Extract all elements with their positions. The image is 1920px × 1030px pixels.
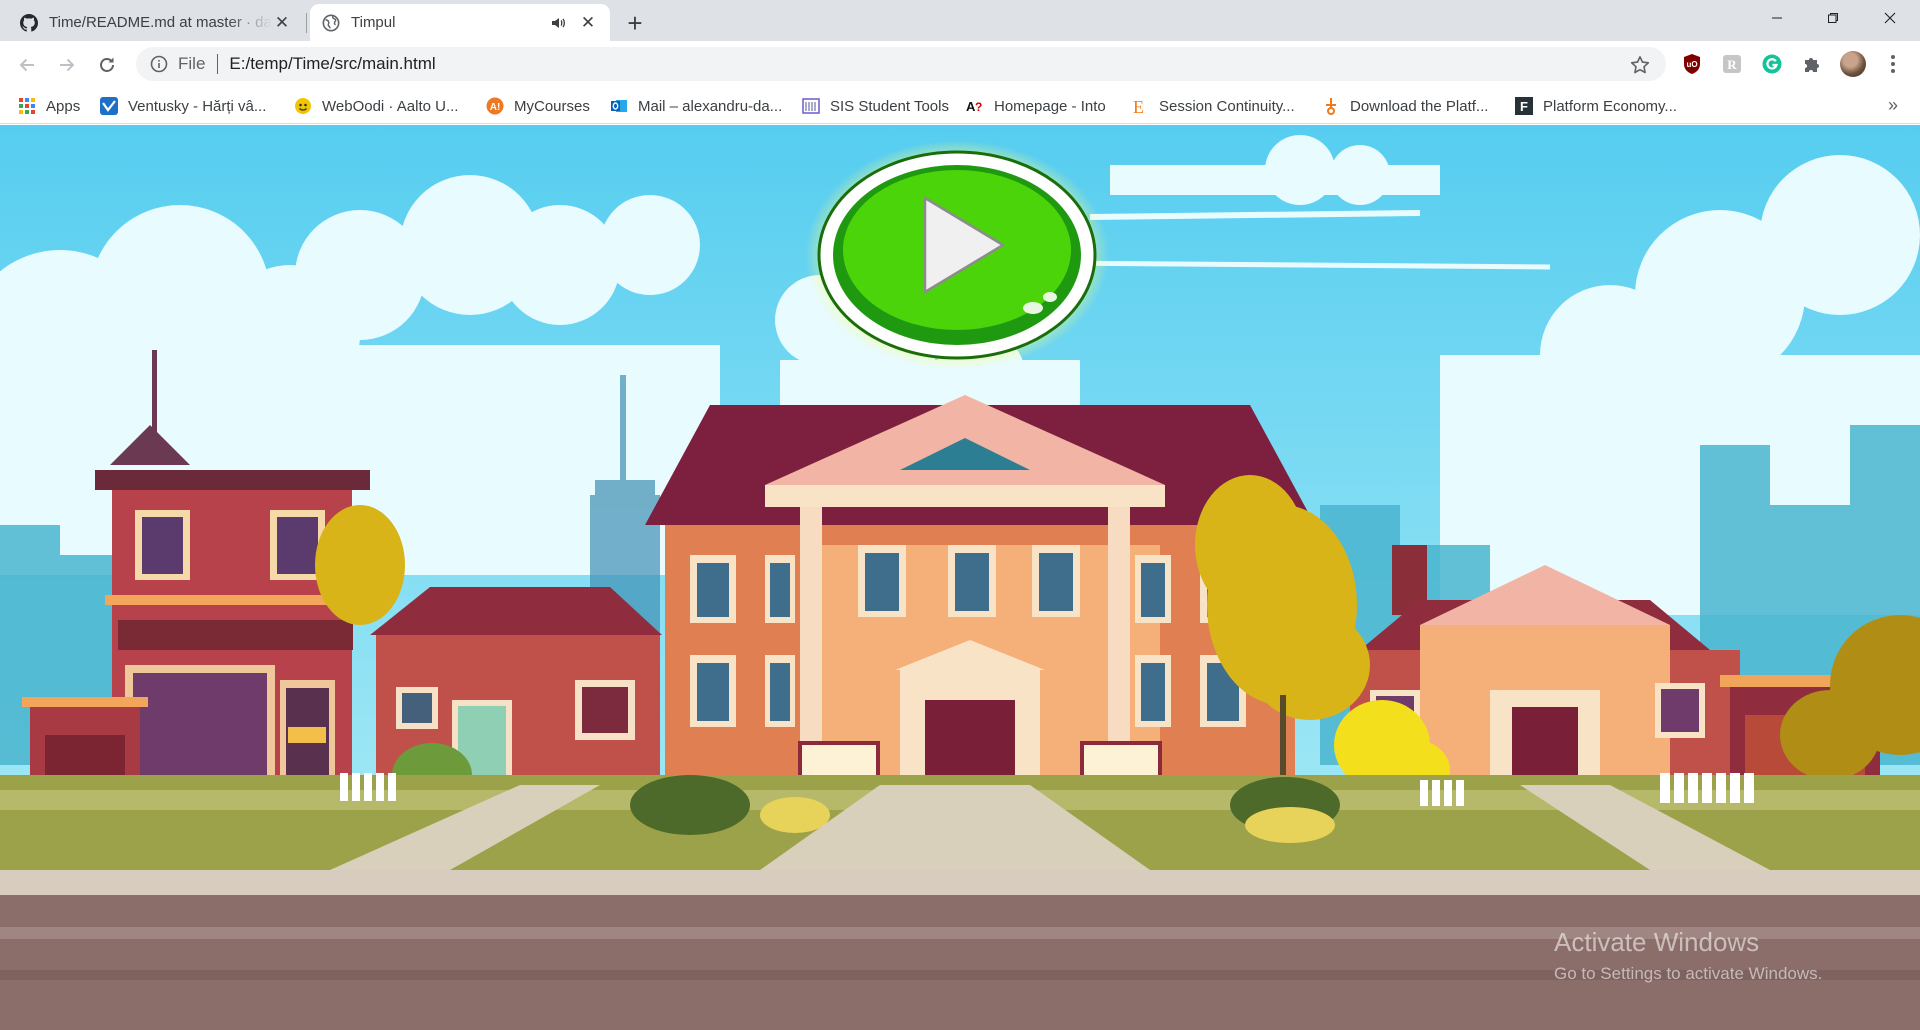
speaker-icon[interactable]: [550, 15, 566, 31]
bookmark-sis[interactable]: SIS Student Tools: [802, 94, 949, 118]
session-icon: E: [1133, 97, 1144, 115]
tab-title: Timpul: [351, 14, 396, 31]
bookmark-weboodi[interactable]: WebOodi · Aalto U...: [294, 94, 458, 118]
bookmark-mail[interactable]: Mail – alexandru-da...: [610, 94, 782, 118]
play-icon[interactable]: [805, 140, 1110, 370]
readkit-icon[interactable]: R: [1721, 53, 1743, 75]
new-tab-icon[interactable]: +: [620, 8, 650, 38]
tab-title: Time/README.md at master · dan: [49, 14, 272, 31]
bookmark-mycourses[interactable]: A! MyCourses: [486, 94, 590, 118]
bookmark-label: Download the Platf...: [1350, 97, 1489, 115]
bookmark-label: SIS Student Tools: [830, 97, 949, 115]
info-icon[interactable]: [150, 55, 168, 73]
bookmark-session[interactable]: E Session Continuity...: [1131, 94, 1295, 118]
svg-text:F: F: [1520, 99, 1528, 114]
more-menu-icon[interactable]: [1882, 53, 1904, 75]
bookmark-download[interactable]: Download the Platf...: [1322, 94, 1488, 118]
tab-timpul[interactable]: Timpul ✕: [310, 4, 610, 41]
bookmark-star-icon[interactable]: [1630, 55, 1650, 75]
watermark-title: Activate Windows: [1554, 927, 1760, 957]
bookmarks-bar: Apps Ventusky - Hărți vâ... WebOodi · Aa…: [0, 88, 1920, 124]
bookmark-apps[interactable]: Apps: [18, 94, 80, 118]
ventusky-icon: [100, 97, 118, 115]
bookmark-label: Homepage - Into: [994, 97, 1106, 115]
svg-text:E: E: [1133, 97, 1144, 115]
close-tab-icon[interactable]: ✕: [272, 13, 292, 33]
tab-readme[interactable]: Time/README.md at master · dan ✕: [8, 4, 304, 41]
address-bar[interactable]: File E:/temp/Time/src/main.html: [136, 47, 1666, 81]
weboodi-icon: [295, 98, 311, 114]
tab-divider: [306, 13, 307, 33]
bookmark-label: Mail – alexandru-da...: [638, 97, 783, 115]
svg-text:R: R: [1727, 57, 1737, 72]
github-icon: [20, 13, 38, 32]
close-icon[interactable]: [1862, 0, 1918, 36]
download-icon: [1326, 98, 1336, 115]
apps-grid-icon: [19, 98, 35, 114]
puzzle-icon[interactable]: [1801, 53, 1823, 75]
back-arrow-icon[interactable]: [12, 50, 42, 80]
bookmark-platform[interactable]: F Platform Economy...: [1515, 94, 1677, 118]
ublock-icon[interactable]: uO: [1681, 53, 1703, 75]
outlook-icon: [611, 100, 627, 112]
into-icon: A?: [966, 99, 982, 114]
reload-icon[interactable]: [92, 50, 122, 80]
watermark-subtitle: Go to Settings to activate Windows.: [1554, 964, 1823, 983]
sis-icon: [802, 98, 820, 114]
close-tab-icon[interactable]: ✕: [578, 13, 598, 33]
bookmark-label: MyCourses: [514, 97, 590, 115]
activate-windows-watermark: Activate Windows Go to Settings to activ…: [1554, 927, 1822, 984]
platform-icon: F: [1515, 97, 1533, 115]
url-text[interactable]: E:/temp/Time/src/main.html: [229, 54, 435, 74]
game-canvas: Activate Windows Go to Settings to activ…: [0, 125, 1920, 1030]
bookmark-into[interactable]: A? Homepage - Into: [966, 94, 1106, 118]
bookmark-label: Apps: [46, 97, 81, 115]
bookmark-ventusky[interactable]: Ventusky - Hărți vâ...: [100, 94, 266, 118]
url-scheme-label: File: [178, 54, 206, 73]
mycourses-icon: A!: [486, 97, 504, 115]
globe-icon: [322, 14, 340, 31]
bookmark-label: Platform Economy...: [1543, 97, 1677, 115]
svg-text:?: ?: [975, 100, 982, 114]
grammarly-icon[interactable]: [1761, 53, 1783, 75]
profile-avatar[interactable]: [1840, 51, 1866, 77]
svg-text:A!: A!: [490, 102, 501, 113]
bookmarks-overflow-icon[interactable]: »: [1880, 92, 1906, 118]
svg-text:uO: uO: [1686, 60, 1697, 69]
forward-arrow-icon[interactable]: [52, 50, 82, 80]
maximize-icon[interactable]: [1805, 0, 1861, 36]
bookmark-label: Ventusky - Hărți vâ...: [128, 97, 267, 115]
bookmark-label: Session Continuity...: [1159, 97, 1295, 115]
bookmark-label: WebOodi · Aalto U...: [322, 97, 459, 115]
tab-strip: Time/README.md at master · dan ✕ Timpul …: [0, 0, 1920, 41]
url-divider: [217, 54, 219, 74]
browser-toolbar: File E:/temp/Time/src/main.html uO R: [0, 41, 1920, 88]
minimize-icon[interactable]: [1749, 0, 1805, 36]
